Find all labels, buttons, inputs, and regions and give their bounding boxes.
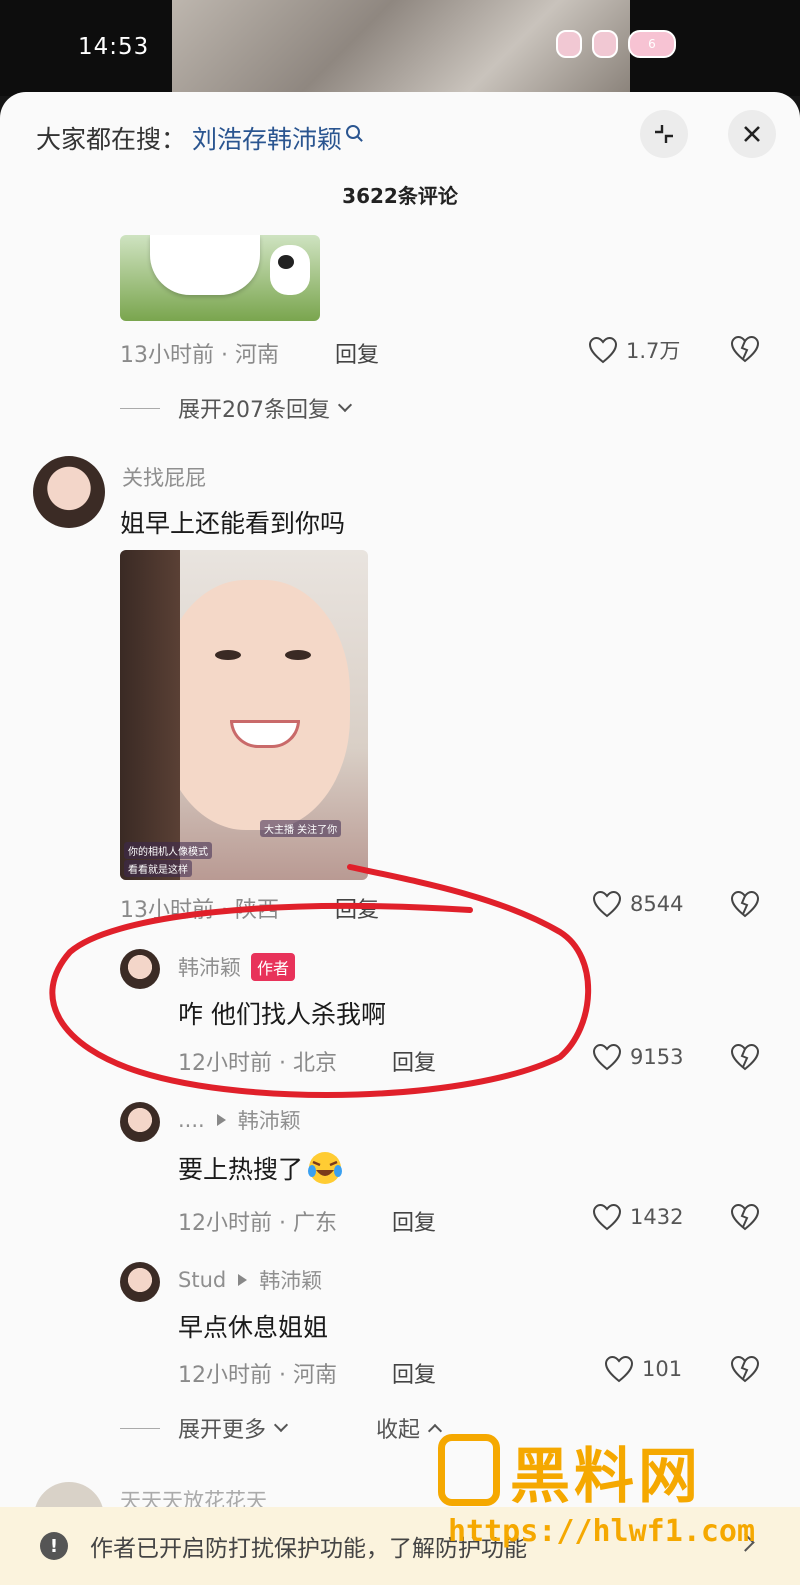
watermark: 黑料网 https://hlwf1.com — [438, 1428, 778, 1578]
reply2-text: 要上热搜了 — [178, 1155, 304, 1184]
reply2-target: 韩沛颖 — [237, 1109, 301, 1133]
trending-search[interactable]: 大家都在搜： 刘浩存韩沛颖 — [36, 120, 361, 156]
comment2-avatar[interactable] — [33, 456, 105, 528]
divider — [120, 1427, 160, 1429]
status-bar: 14:53 6 — [0, 0, 800, 96]
comment2-text: 姐早上还能看到你吗 — [120, 509, 346, 538]
photo-eye — [285, 650, 311, 660]
broken-heart-icon[interactable] — [730, 1203, 760, 1231]
broken-heart-icon[interactable] — [730, 335, 760, 363]
collapse-button[interactable] — [640, 110, 688, 158]
comment-count: 3622条评论 — [342, 184, 458, 208]
cow-spot — [270, 245, 310, 295]
comment1-expand-replies[interactable]: 展开207条回复 — [120, 392, 353, 424]
author-badge: 作者 — [251, 953, 296, 981]
battery-icon: 6 — [628, 30, 676, 58]
comment1-reply-button[interactable]: 回复 — [335, 337, 379, 369]
photo-eye — [215, 650, 241, 660]
reply2-author: .... — [178, 1108, 205, 1132]
photo-caption: 看看就是这样 — [124, 860, 192, 877]
collapse-label: 收起 — [376, 1418, 421, 1443]
reply-arrow-icon — [238, 1274, 248, 1286]
heart-icon — [592, 1203, 622, 1231]
comments-panel: 大家都在搜： 刘浩存韩沛颖 3622条评论 13小时前 · 河南 回复 1.7万… — [0, 92, 800, 1585]
signal-icon — [556, 30, 582, 58]
photo-caption: 大主播 关注了你 — [260, 820, 342, 837]
expand-more-label: 展开更多 — [178, 1418, 267, 1443]
reply3-like-button[interactable]: 101 — [604, 1355, 682, 1383]
broken-heart-icon[interactable] — [730, 1355, 760, 1383]
cow-sticker — [150, 235, 260, 295]
reply1-author: 韩沛颖 — [178, 956, 241, 980]
comment1-like-count: 1.7万 — [626, 339, 681, 363]
photo-face — [160, 580, 350, 830]
wifi-icon — [592, 30, 618, 58]
reply2-reply-button[interactable]: 回复 — [392, 1205, 436, 1237]
reply3-text: 早点休息姐姐 — [178, 1313, 329, 1342]
reply2-author-row[interactable]: .... 韩沛颖 — [178, 1105, 301, 1135]
search-icon — [346, 125, 361, 139]
reply1-like-button[interactable]: 9153 — [592, 1043, 683, 1071]
reply1-meta: 12小时前 · 北京 — [178, 1051, 337, 1076]
reply3-like-count: 101 — [642, 1357, 683, 1381]
watermark-url: https://hlwf1.com — [448, 1514, 756, 1549]
reply2-avatar[interactable] — [120, 1102, 160, 1142]
reply3-meta: 12小时前 · 河南 — [178, 1363, 337, 1388]
reply3-author-row[interactable]: Stud 韩沛颖 — [178, 1265, 322, 1295]
watermark-title: 黑料网 — [510, 1442, 702, 1512]
reply2-meta: 12小时前 · 广东 — [178, 1211, 337, 1236]
comment1-sticker-image[interactable] — [120, 235, 320, 321]
crying-laughing-emoji-icon — [308, 1152, 343, 1184]
trending-search-label: 大家都在搜： — [36, 125, 187, 154]
reply2-text-row: 要上热搜了 — [178, 1150, 343, 1186]
comment1-meta: 13小时前 · 河南 — [120, 343, 279, 368]
reply3-avatar[interactable] — [120, 1262, 160, 1302]
collapse-icon — [655, 125, 673, 143]
expand-more-button[interactable]: 展开更多 — [120, 1412, 289, 1444]
heart-icon — [592, 890, 622, 918]
comment2-meta: 13小时前 · 陕西 — [120, 898, 279, 923]
reply1-author-row[interactable]: 韩沛颖 作者 — [178, 952, 296, 982]
reply3-target: 韩沛颖 — [259, 1269, 323, 1293]
close-button[interactable] — [728, 110, 776, 158]
chevron-down-icon — [273, 1417, 289, 1433]
divider — [120, 407, 160, 409]
trending-search-term[interactable]: 刘浩存韩沛颖 — [192, 120, 342, 156]
photo-caption: 你的相机人像模式 — [124, 842, 212, 859]
reply-arrow-icon — [216, 1114, 226, 1126]
comment2-like-count: 8544 — [630, 892, 684, 916]
broken-heart-icon[interactable] — [730, 890, 760, 918]
reply2-like-button[interactable]: 1432 — [592, 1203, 683, 1231]
reply1-text: 咋 他们找人杀我啊 — [178, 1000, 386, 1029]
chevron-down-icon — [337, 397, 353, 413]
reply3-author: Stud — [178, 1268, 227, 1292]
status-time: 14:53 — [78, 34, 150, 60]
heart-icon — [604, 1355, 634, 1383]
photo-hair — [120, 550, 180, 880]
close-icon — [744, 126, 760, 142]
heart-icon — [592, 1043, 622, 1071]
reply1-avatar[interactable] — [120, 949, 160, 989]
collapse-replies-button[interactable]: 收起 — [376, 1412, 443, 1444]
info-icon: ! — [40, 1532, 68, 1560]
reply2-like-count: 1432 — [630, 1205, 684, 1229]
reply3-reply-button[interactable]: 回复 — [392, 1357, 436, 1389]
expand-replies-label: 展开207条回复 — [178, 398, 330, 423]
status-icons: 6 — [556, 30, 676, 58]
comment2-photo[interactable]: 大主播 关注了你 你的相机人像模式 看看就是这样 — [120, 550, 368, 880]
comment2-like-button[interactable]: 8544 — [592, 890, 683, 918]
comment2-reply-button[interactable]: 回复 — [335, 892, 379, 924]
watermark-logo — [438, 1434, 500, 1506]
reply1-reply-button[interactable]: 回复 — [392, 1045, 436, 1077]
reply1-like-count: 9153 — [630, 1045, 684, 1069]
heart-icon — [588, 336, 618, 364]
comment2-author[interactable]: 关找屁屁 — [122, 462, 206, 492]
broken-heart-icon[interactable] — [730, 1043, 760, 1071]
comment1-like-button[interactable]: 1.7万 — [588, 335, 680, 365]
